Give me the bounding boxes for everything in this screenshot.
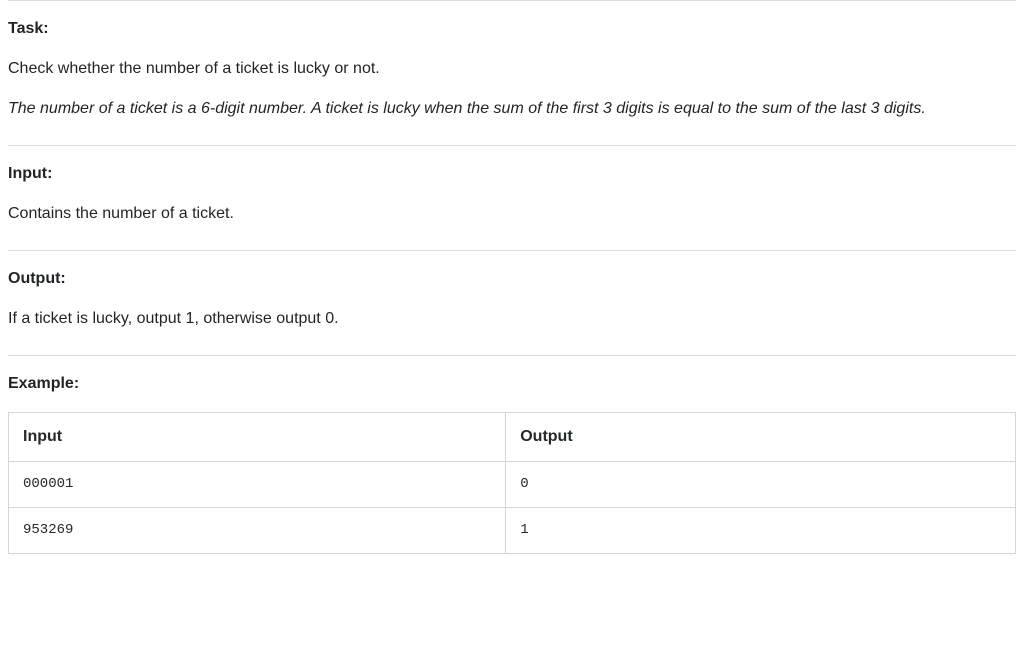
table-header-output: Output	[506, 413, 1016, 462]
input-section: Input: Contains the number of a ticket.	[8, 146, 1016, 250]
output-description: If a ticket is lucky, output 1, otherwis…	[8, 307, 1016, 331]
example-label: Example:	[8, 372, 1016, 396]
example-section: Example: Input Output 000001 0 953269 1	[8, 356, 1016, 578]
output-label: Output:	[8, 267, 1016, 291]
example-table: Input Output 000001 0 953269 1	[8, 412, 1016, 554]
table-header-input: Input	[9, 413, 506, 462]
table-cell-input: 000001	[9, 462, 506, 508]
task-label: Task:	[8, 17, 1016, 41]
output-section: Output: If a ticket is lucky, output 1, …	[8, 251, 1016, 355]
table-cell-input: 953269	[9, 508, 506, 554]
table-header-row: Input Output	[9, 413, 1016, 462]
table-row: 000001 0	[9, 462, 1016, 508]
table-row: 953269 1	[9, 508, 1016, 554]
table-cell-output: 1	[506, 508, 1016, 554]
task-note: The number of a ticket is a 6-digit numb…	[8, 97, 1016, 121]
task-section: Task: Check whether the number of a tick…	[8, 1, 1016, 145]
task-description: Check whether the number of a ticket is …	[8, 57, 1016, 81]
input-description: Contains the number of a ticket.	[8, 202, 1016, 226]
input-label: Input:	[8, 162, 1016, 186]
table-cell-output: 0	[506, 462, 1016, 508]
